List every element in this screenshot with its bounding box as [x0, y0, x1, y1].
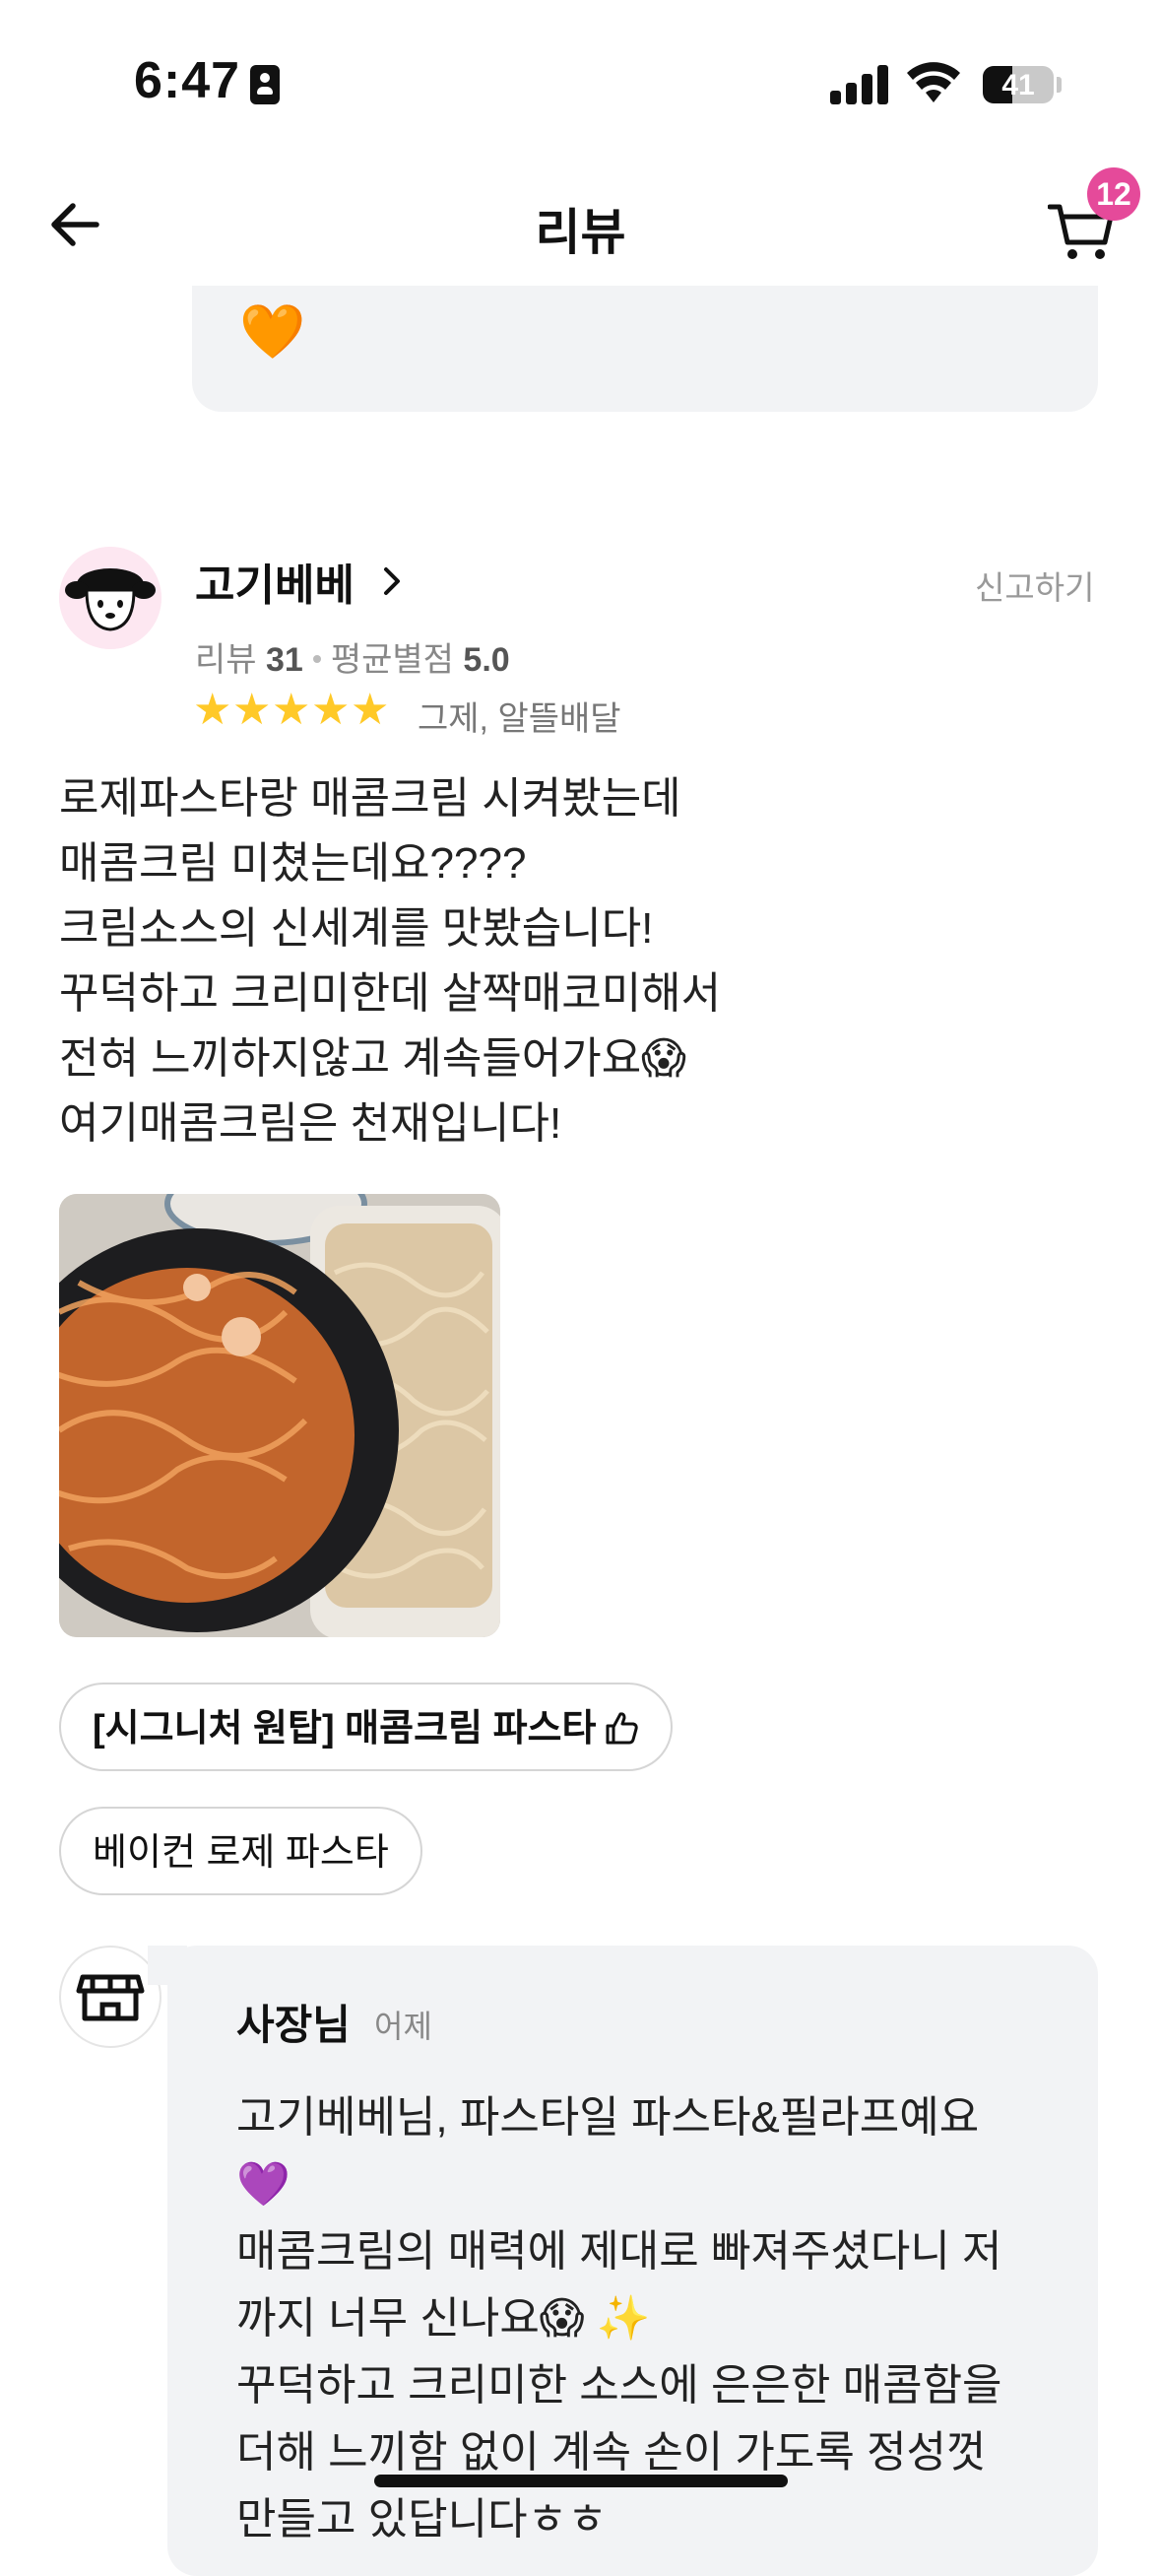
battery-icon: 41: [983, 66, 1054, 103]
reviewer-name[interactable]: 고기베베: [195, 550, 355, 613]
contact-card-icon: [250, 65, 280, 104]
review-text: 로제파스타랑 매콤크림 시켜봤는데 매콤크림 미쳤는데요???? 크림소스의 신…: [59, 774, 722, 1148]
status-time: 6:47: [134, 52, 241, 109]
average-rating: 5.0: [463, 641, 510, 679]
home-indicator[interactable]: [374, 2475, 788, 2487]
cellular-signal-icon: [830, 63, 889, 104]
reviewer-avatar[interactable]: [59, 547, 161, 649]
cart-count-badge: 12: [1087, 167, 1140, 221]
review-count-label: 리뷰: [195, 641, 257, 679]
star-rating: ★★★★★: [193, 686, 390, 735]
lamb-avatar-icon: [59, 547, 161, 649]
review-date-delivery: 그제, 알뜰배달: [418, 700, 621, 738]
reviewer-stats: 리뷰 31 평균별점 5.0: [195, 632, 510, 681]
star-icon: ★: [311, 686, 351, 734]
orange-heart-emoji: 🧡: [239, 302, 306, 362]
menu-tag-label: 베이컨 로제 파스타: [93, 1832, 389, 1874]
owner-name: 사장님: [236, 2002, 351, 2048]
star-icon: ★: [193, 686, 232, 734]
report-button[interactable]: 신고하기: [975, 561, 1094, 609]
review-count: 31: [266, 641, 303, 679]
owner-reply-date: 어제: [374, 2009, 432, 2044]
store-icon: [76, 1974, 145, 2021]
menu-tag-signature-spicy-cream[interactable]: [시그니처 원탑] 매콤크림 파스타: [59, 1683, 674, 1771]
menu-tag-bacon-rose-pasta[interactable]: 베이컨 로제 파스타: [59, 1807, 422, 1895]
chevron-right-icon[interactable]: [372, 561, 412, 601]
battery-level: 41: [1001, 69, 1035, 101]
status-bar: 6:47 41: [0, 0, 1161, 148]
star-icon: ★: [232, 686, 272, 734]
menu-tag-label: [시그니처 원탑] 매콤크림 파스타: [93, 1708, 597, 1750]
page-title: 리뷰: [535, 205, 626, 260]
wifi-icon: [907, 62, 960, 102]
store-avatar: [59, 1946, 161, 2048]
thumbs-up-icon: [606, 1712, 639, 1745]
review-photo[interactable]: [59, 1194, 500, 1637]
star-icon: ★: [272, 686, 311, 734]
top-nav-bar: 리뷰 12: [0, 158, 1161, 286]
average-rating-label: 평균별점: [330, 641, 454, 679]
star-icon: ★: [351, 686, 390, 734]
